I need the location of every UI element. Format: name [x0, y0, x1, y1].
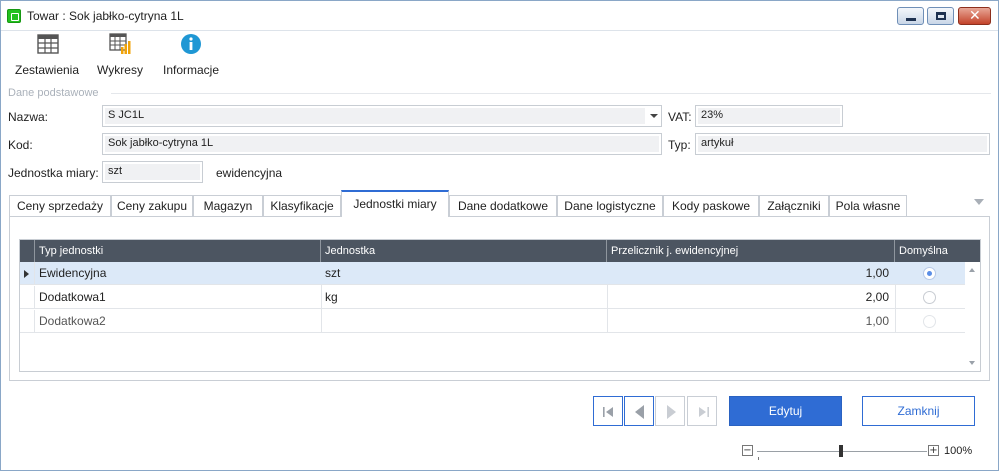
info-icon [181, 34, 201, 54]
grid-header: Typ jednostki Jednostka Przelicznik j. e… [20, 240, 980, 262]
cell-jednostka[interactable] [321, 310, 607, 333]
toolbar-informacje-label: Informacje [162, 63, 220, 77]
next-record-button[interactable] [655, 396, 685, 426]
close-button[interactable]: Zamknij [862, 396, 975, 426]
grid-header-indicator [20, 240, 35, 262]
col-jednostka[interactable]: Jednostka [321, 240, 607, 262]
scroll-down-icon[interactable] [969, 361, 975, 365]
close-icon: ✕ [969, 8, 981, 24]
default-radio[interactable] [923, 315, 936, 328]
row-indicator [20, 310, 35, 333]
table-row[interactable]: Dodatkowa2 1,00 [20, 310, 965, 333]
tab-ceny-zakupu[interactable]: Ceny zakupu [111, 195, 193, 217]
edit-button[interactable]: Edytuj [729, 396, 842, 426]
kod-value: Sok jabłko-cytryna 1L [108, 137, 214, 149]
kod-label: Kod: [8, 138, 33, 152]
nazwa-combobox[interactable]: S JC1L [102, 105, 662, 127]
tab-kody-paskowe[interactable]: Kody paskowe [663, 195, 759, 217]
tab-zalaczniki[interactable]: Załączniki [759, 195, 829, 217]
cell-przelicznik[interactable]: 1,00 [607, 310, 895, 333]
first-record-icon [603, 407, 613, 417]
zoom-in-button[interactable]: + [928, 445, 939, 456]
vat-label: VAT: [668, 110, 692, 124]
tab-ceny-sprzedazy[interactable]: Ceny sprzedaży [9, 195, 111, 217]
cell-jednostka[interactable]: kg [321, 286, 607, 309]
toolbar-wykresy-button[interactable]: Wykresy [95, 33, 145, 81]
cell-typ[interactable]: Ewidencyjna [35, 262, 321, 285]
previous-record-button[interactable] [624, 396, 654, 426]
row-indicator [20, 286, 35, 309]
zoom-slider-thumb[interactable] [839, 445, 843, 457]
nazwa-label: Nazwa: [8, 110, 49, 124]
last-record-icon [699, 407, 709, 417]
jednostka-miary-value: szt [108, 165, 123, 177]
minimize-button[interactable] [897, 7, 924, 25]
previous-record-icon [635, 405, 644, 419]
default-radio[interactable] [923, 291, 936, 304]
tab-overflow-chevron-icon[interactable] [974, 199, 984, 205]
row-indicator-icon [20, 262, 35, 285]
typ-field[interactable]: artykuł [695, 133, 990, 155]
kod-field[interactable]: Sok jabłko-cytryna 1L [102, 133, 662, 155]
vat-field[interactable]: 23% [695, 105, 843, 127]
table-row[interactable]: Dodatkowa1 kg 2,00 [20, 286, 965, 309]
zoom-level: 100% [944, 445, 973, 457]
toolbar-wykresy-label: Wykresy [97, 63, 143, 77]
jednostka-miary-suffix: ewidencyjna [216, 166, 283, 180]
jednostka-miary-field[interactable]: szt [102, 161, 203, 183]
typ-label: Typ: [668, 138, 691, 152]
tab-jednostki-miary[interactable]: Jednostki miary [341, 190, 449, 217]
first-record-button[interactable] [593, 396, 623, 426]
chevron-down-icon[interactable] [650, 114, 658, 118]
last-record-button[interactable] [687, 396, 717, 426]
zoom-slider-tick [758, 457, 759, 460]
minimize-icon [906, 18, 916, 21]
cell-jednostka[interactable]: szt [321, 262, 607, 285]
scroll-up-icon[interactable] [969, 268, 975, 272]
cell-przelicznik[interactable]: 2,00 [607, 286, 895, 309]
cell-typ[interactable]: Dodatkowa1 [35, 286, 321, 309]
tab-pola-wlasne[interactable]: Pola własne [829, 195, 907, 217]
grid-vertical-scrollbar[interactable] [966, 262, 980, 371]
tab-klasyfikacje[interactable]: Klasyfikacje [263, 195, 341, 217]
jednostka-miary-label: Jednostka miary: [8, 166, 99, 180]
col-domyslna[interactable]: Domyślna [895, 240, 965, 262]
col-przelicznik[interactable]: Przelicznik j. ewidencyjnej [607, 240, 895, 262]
tab-magazyn[interactable]: Magazyn [193, 195, 263, 217]
close-window-button[interactable]: ✕ [958, 7, 991, 25]
zoom-out-button[interactable]: − [742, 445, 753, 456]
default-radio[interactable] [923, 267, 936, 280]
units-grid: Typ jednostki Jednostka Przelicznik j. e… [19, 239, 981, 372]
cell-przelicznik[interactable]: 1,00 [607, 262, 895, 285]
maximize-icon [936, 12, 946, 20]
toolbar-zestawienia-button[interactable]: Zestawienia [13, 33, 81, 81]
nazwa-value: S JC1L [108, 109, 145, 121]
next-record-icon [667, 405, 676, 419]
typ-value: artykuł [701, 137, 734, 149]
app-basket-icon [7, 9, 21, 23]
cell-typ[interactable]: Dodatkowa2 [35, 310, 321, 333]
tab-dane-dodatkowe[interactable]: Dane dodatkowe [449, 195, 557, 217]
chart-table-icon [109, 33, 131, 54]
maximize-button[interactable] [927, 7, 954, 25]
vat-value: 23% [701, 109, 724, 121]
col-typ-jednostki[interactable]: Typ jednostki [35, 240, 321, 262]
title-bar: Towar : Sok jabłko-cytryna 1L ✕ [1, 1, 998, 31]
table-icon [37, 34, 59, 54]
window-title: Towar : Sok jabłko-cytryna 1L [27, 9, 184, 23]
section-divider [111, 93, 991, 94]
table-row[interactable]: Ewidencyjna szt 1,00 [20, 262, 965, 285]
product-window: Towar : Sok jabłko-cytryna 1L ✕ Zestawie… [0, 0, 999, 471]
toolbar-informacje-button[interactable]: Informacje [160, 33, 222, 81]
toolbar-zestawienia-label: Zestawienia [14, 63, 80, 77]
tab-dane-logistyczne[interactable]: Dane logistyczne [557, 195, 663, 217]
section-legend: Dane podstawowe [8, 87, 99, 99]
